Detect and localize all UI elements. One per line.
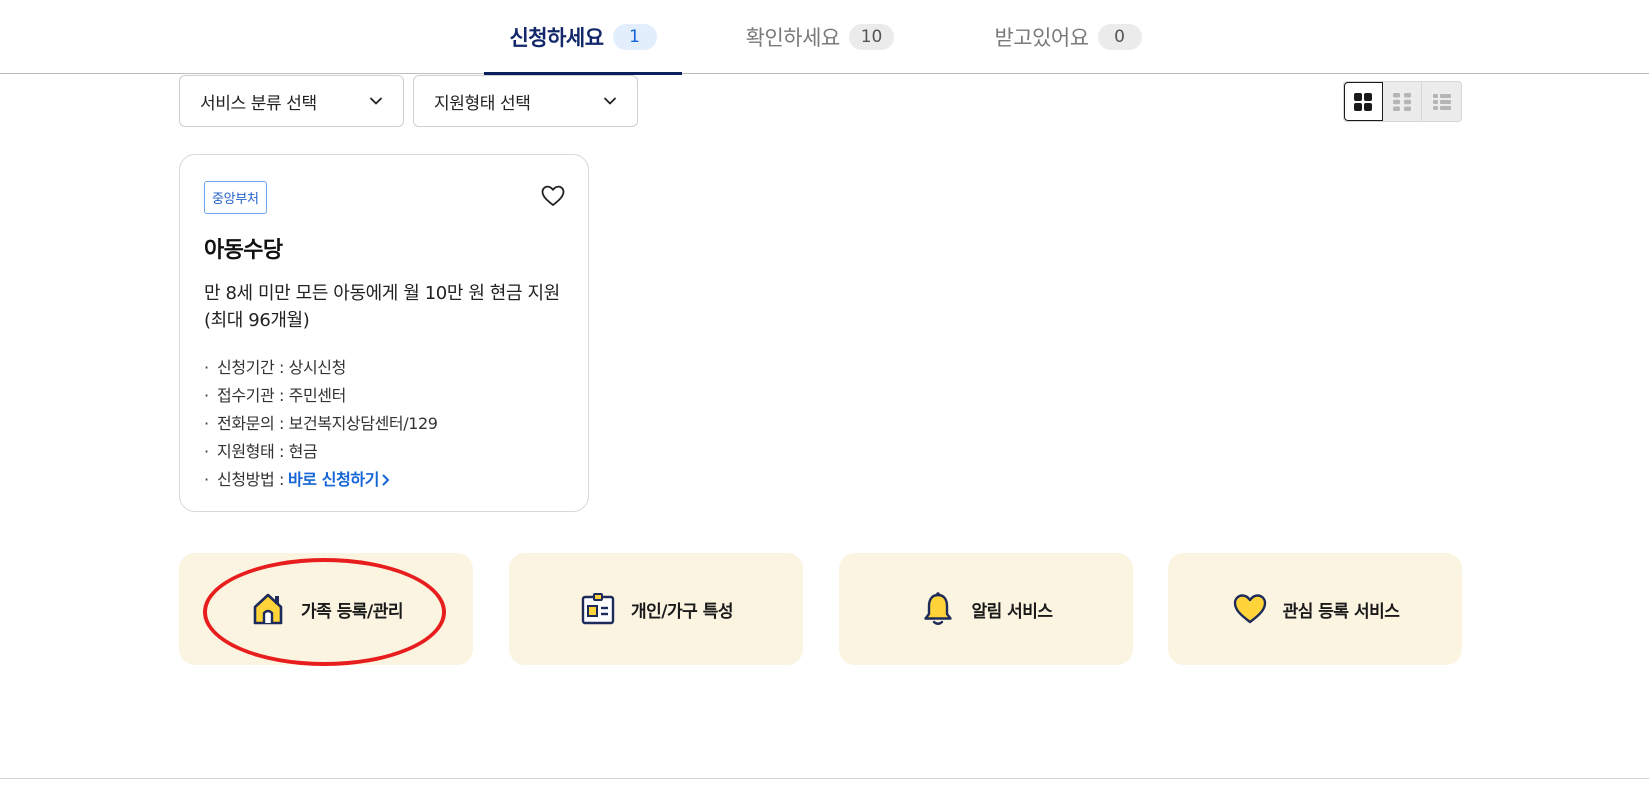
info-item: · 신청기간 : 상시신청: [204, 354, 564, 382]
heart-icon: [1233, 594, 1266, 624]
info-key: 접수기관: [217, 386, 275, 405]
tile-label: 가족 등록/관리: [301, 601, 403, 622]
notification-service-tile[interactable]: 알림 서비스: [839, 553, 1133, 665]
info-item: · 접수기관 : 주민센터: [204, 382, 564, 410]
info-value: 상시신청: [288, 358, 347, 377]
select-label: 서비스 분류 선택: [200, 93, 317, 114]
card-description: 만 8세 미만 모든 아동에게 월 10만 원 현금 지원 (최대 96개월): [204, 283, 560, 331]
tab-label: 신청하세요: [509, 26, 604, 50]
info-value: 주민센터: [288, 386, 347, 405]
grid-view-button[interactable]: [1344, 82, 1384, 121]
tab-check[interactable]: 확인하세요 10: [734, 0, 906, 74]
interest-registration-tile[interactable]: 관심 등록 서비스: [1168, 553, 1462, 665]
house-icon: [253, 593, 283, 625]
chevron-down-icon: [370, 97, 382, 105]
tab-label: 확인하세요: [745, 26, 841, 50]
id-card-icon: [581, 593, 615, 625]
status-tabs: 신청하세요 1 확인하세요 10 받고있어요 0: [0, 0, 1649, 75]
tile-label: 알림 서비스: [971, 601, 1053, 622]
select-label: 지원형태 선택: [434, 93, 531, 114]
support-type-select[interactable]: 지원형태 선택: [413, 75, 638, 127]
info-key: 지원형태: [217, 442, 275, 461]
info-value: 보건복지상담센터/129: [288, 414, 438, 433]
list-view-button[interactable]: [1422, 82, 1461, 121]
info-key: 전화문의: [217, 414, 275, 433]
apply-now-link[interactable]: 바로 신청하기: [288, 466, 390, 494]
view-mode-toggle: [1343, 81, 1462, 122]
family-registration-tile[interactable]: 가족 등록/관리: [179, 553, 473, 665]
chevron-down-icon: [604, 97, 616, 105]
info-item: · 전화문의 : 보건복지상담센터/129: [204, 410, 564, 438]
card-title: 아동수당: [204, 238, 283, 263]
tab-count-badge: 0: [1097, 24, 1142, 50]
tab-count-badge: 10: [848, 24, 895, 50]
tile-label: 개인/가구 특성: [631, 601, 733, 622]
service-category-select[interactable]: 서비스 분류 선택: [179, 75, 404, 127]
tab-label: 받고있어요: [994, 26, 1089, 50]
info-key: 신청방법: [217, 470, 275, 489]
bell-icon: [924, 592, 953, 625]
info-item: · 지원형태 : 현금: [204, 438, 564, 466]
chevron-right-icon: [382, 474, 390, 486]
tab-count-badge: 1: [612, 24, 657, 50]
list-icon: [1432, 93, 1451, 110]
footer-divider: [0, 778, 1649, 779]
tile-label: 관심 등록 서비스: [1282, 601, 1400, 622]
service-card[interactable]: 중앙부처 아동수당 만 8세 미만 모든 아동에게 월 10만 원 현금 지원 …: [179, 154, 589, 512]
heart-icon[interactable]: [540, 183, 566, 209]
apply-link-label: 바로 신청하기: [287, 470, 380, 489]
tab-apply[interactable]: 신청하세요 1: [484, 0, 682, 75]
personal-household-tile[interactable]: 개인/가구 특성: [509, 553, 803, 665]
info-key: 신청기간: [217, 358, 275, 377]
tab-receive[interactable]: 받고있어요 0: [978, 0, 1158, 74]
card-info-list: · 신청기간 : 상시신청 · 접수기관 : 주민센터 · 전화문의 : 보건복지상담…: [204, 354, 564, 494]
info-value: 현금: [288, 442, 318, 461]
grid-small-icon: [1393, 92, 1412, 111]
grid-large-icon: [1354, 92, 1372, 111]
info-item: · 신청방법 : 바로 신청하기: [204, 466, 564, 494]
compact-grid-view-button[interactable]: [1383, 82, 1423, 121]
agency-badge: 중앙부처: [204, 181, 267, 214]
